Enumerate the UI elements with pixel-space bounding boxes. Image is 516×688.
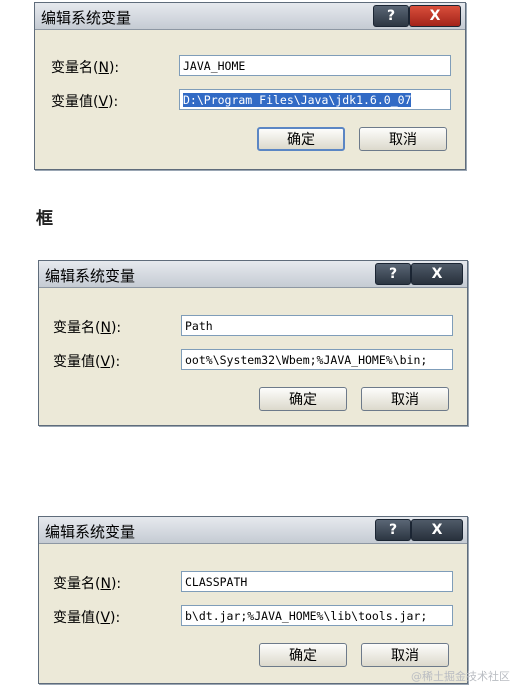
dialog-titlebar[interactable]: 编辑系统变量 ? X (39, 261, 467, 288)
variable-value-field[interactable]: oot%\System32\Wbem;%JAVA_HOME%\bin; (181, 349, 453, 370)
ok-button[interactable]: 确定 (257, 127, 345, 151)
help-icon: ? (386, 8, 396, 24)
variable-value-label: 变量值(V): (51, 94, 119, 110)
cancel-button[interactable]: 取消 (361, 387, 449, 411)
variable-value-field[interactable]: b\dt.jar;%JAVA_HOME%\lib\tools.jar; (181, 605, 453, 626)
help-icon: ? (388, 266, 398, 282)
watermark: @稀土掘金技术社区 (411, 670, 510, 683)
variable-name-label: 变量名(N): (53, 320, 122, 336)
variable-name-label: 变量名(N): (51, 60, 120, 76)
variable-value-field[interactable]: D:\Program Files\Java\jdk1.6.0_07 (179, 89, 451, 110)
dialog-title: 编辑系统变量 (41, 9, 132, 27)
close-button[interactable]: X (411, 263, 463, 285)
variable-name-field[interactable]: CLASSPATH (181, 571, 453, 592)
variable-name-field[interactable]: JAVA_HOME (179, 55, 451, 76)
close-button[interactable]: X (409, 5, 461, 27)
dialog-titlebar[interactable]: 编辑系统变量 ? X (35, 3, 465, 30)
dialog-java-home: 编辑系统变量 ? X 变量名(N): JAVA_HOME 变量值(V): D:\… (34, 2, 466, 170)
help-icon: ? (388, 522, 398, 538)
dialog-path: 编辑系统变量 ? X 变量名(N): Path 变量值(V): oot%\Sys… (38, 260, 468, 426)
ok-button[interactable]: 确定 (259, 643, 347, 667)
help-button[interactable]: ? (375, 263, 411, 285)
stray-heading-fragment: 框 (36, 209, 53, 229)
dialog-title: 编辑系统变量 (45, 523, 136, 541)
cancel-button[interactable]: 取消 (359, 127, 447, 151)
variable-value-label: 变量值(V): (53, 610, 121, 626)
variable-name-label: 变量名(N): (53, 576, 122, 592)
ok-button[interactable]: 确定 (259, 387, 347, 411)
dialog-title: 编辑系统变量 (45, 267, 136, 285)
close-button[interactable]: X (411, 519, 463, 541)
cancel-button[interactable]: 取消 (361, 643, 449, 667)
dialog-titlebar[interactable]: 编辑系统变量 ? X (39, 517, 467, 544)
variable-name-field[interactable]: Path (181, 315, 453, 336)
variable-value-label: 变量值(V): (53, 354, 121, 370)
close-icon: X (431, 522, 443, 538)
close-icon: X (429, 8, 441, 24)
selected-text: D:\Program Files\Java\jdk1.6.0_07 (183, 93, 412, 107)
help-button[interactable]: ? (373, 5, 409, 27)
close-icon: X (431, 266, 443, 282)
help-button[interactable]: ? (375, 519, 411, 541)
dialog-classpath: 编辑系统变量 ? X 变量名(N): CLASSPATH 变量值(V): b\d… (38, 516, 468, 684)
